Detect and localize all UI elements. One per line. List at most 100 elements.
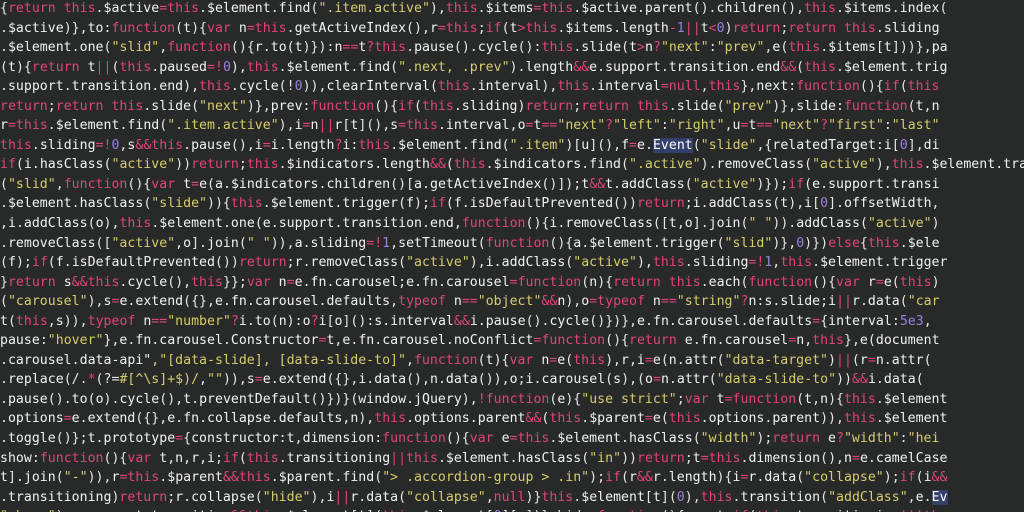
code-token: = bbox=[867, 352, 876, 368]
code-token: parent bbox=[644, 1, 693, 16]
code-token: typeof bbox=[398, 294, 446, 310]
code-token: removeClass bbox=[7, 235, 96, 251]
code-token: . bbox=[820, 40, 829, 56]
code-token: e bbox=[262, 372, 271, 388]
code-token: support bbox=[605, 59, 661, 75]
code-token: this bbox=[573, 352, 606, 368]
code-token: if bbox=[0, 157, 16, 173]
code-line[interactable]: ,i.addClass(o),this.$element.one(e.suppo… bbox=[0, 214, 1024, 234]
code-line[interactable]: .pause().to(o).cycle(),t.preventDefault(… bbox=[0, 390, 1024, 410]
code-token: )}, bbox=[246, 98, 271, 114]
code-token: removeClass bbox=[565, 216, 653, 232]
code-line[interactable]: ("slid",function(){var t=e(a.$indicators… bbox=[0, 175, 1024, 195]
code-token: interval bbox=[477, 79, 542, 95]
code-line[interactable]: .removeClass(["active",o].join(" ")),a.s… bbox=[0, 234, 1024, 254]
code-line[interactable]: .transitioning)return;r.collapse("hide")… bbox=[0, 488, 1024, 508]
code-line[interactable]: pause:"hover"},e.fn.carousel.Constructor… bbox=[0, 331, 1024, 351]
code-token: sliding bbox=[39, 137, 96, 153]
code-token: ( bbox=[238, 450, 247, 466]
code-token: . bbox=[222, 294, 231, 310]
code-token: this bbox=[541, 1, 574, 16]
code-token: [ bbox=[875, 40, 884, 56]
code-token: "in" bbox=[589, 450, 622, 466]
code-token: "slide" bbox=[700, 137, 757, 153]
code-token: , bbox=[724, 118, 733, 134]
code-token: return bbox=[636, 196, 685, 212]
code-line[interactable]: if(i.hasClass("active"))return;this.$ind… bbox=[0, 155, 1024, 175]
code-token: this bbox=[844, 20, 876, 36]
code-token: ); bbox=[883, 470, 900, 486]
code-line[interactable]: .toggle()};t.prototype={constructor:t,di… bbox=[0, 429, 1024, 449]
code-token: ()) bbox=[214, 255, 239, 271]
code-token: a bbox=[414, 176, 423, 192]
code-token: ; bbox=[286, 255, 295, 271]
code-line[interactable]: (f);if(f.isDefaultPrevented())return;r.r… bbox=[0, 253, 1024, 273]
code-line[interactable]: (t){return t||(this.paused=!0),this.$ele… bbox=[0, 58, 1024, 78]
code-token: " " bbox=[246, 235, 271, 251]
code-line[interactable]: r=this.$element.find(".item.active"),i=n… bbox=[0, 116, 1024, 136]
code-token: ), bbox=[103, 216, 120, 232]
code-token: ( bbox=[899, 79, 908, 95]
code-token: this bbox=[63, 1, 96, 16]
code-token: ); bbox=[414, 196, 430, 212]
code-token: ( bbox=[286, 40, 295, 56]
code-line[interactable]: show:function(){var t,n,r,i;if(this.tran… bbox=[0, 449, 1024, 469]
code-token: if bbox=[31, 255, 48, 271]
code-token: function bbox=[39, 450, 104, 466]
code-token: ), bbox=[788, 196, 805, 212]
code-token: t bbox=[0, 470, 8, 486]
code-token: : bbox=[788, 79, 797, 95]
code-token: . bbox=[899, 235, 908, 251]
code-token: this bbox=[111, 98, 144, 114]
code-line[interactable]: t(this,s)),typeof n=="number"?i.to(n):o?… bbox=[0, 312, 1024, 332]
code-line[interactable]: return;return this.slide("next")},prev:f… bbox=[0, 97, 1024, 117]
code-token: find bbox=[342, 470, 375, 486]
code-token: . bbox=[95, 431, 104, 447]
code-token: (){ bbox=[127, 176, 152, 192]
code-token: this bbox=[525, 20, 558, 36]
code-line[interactable]: {return this.$active=this.$element.find(… bbox=[0, 0, 1024, 19]
code-token: (). bbox=[453, 40, 478, 56]
code-token: { bbox=[820, 313, 829, 329]
code-line[interactable]: .$element.hasClass("slide")){this.$eleme… bbox=[0, 194, 1024, 214]
code-token: ()}; bbox=[55, 431, 88, 447]
code-token: ), bbox=[183, 79, 200, 95]
code-token: { bbox=[0, 1, 8, 16]
code-token: 0 bbox=[716, 20, 725, 36]
code-line[interactable]: .options=e.extend({},e.fn.collapse.defau… bbox=[0, 409, 1024, 429]
code-token: : bbox=[883, 118, 892, 134]
code-token: children bbox=[716, 1, 781, 16]
code-line[interactable]: t].join("-")),r=this.$parent&&this.$pare… bbox=[0, 468, 1024, 488]
code-token: addClass bbox=[501, 255, 566, 271]
code-line[interactable]: .support.transition.end),this.cycle(!0))… bbox=[0, 77, 1024, 97]
code-line[interactable]: .$active)},to:function(t){var n=this.get… bbox=[0, 19, 1024, 39]
code-line[interactable]: .replace(/.*(?=#[^\s]+$)/,"")),s=e.exten… bbox=[0, 370, 1024, 390]
code-token: $element bbox=[589, 235, 653, 251]
code-token: this bbox=[557, 79, 590, 95]
code-token: "active" bbox=[111, 235, 176, 251]
code-token: attr bbox=[891, 352, 924, 368]
code-token: function bbox=[382, 431, 446, 447]
code-line[interactable]: "shown"),e.support.transition&&this.$ele… bbox=[0, 507, 1024, 512]
code-line[interactable]: ("carousel"),s=e.extend({},e.fn.carousel… bbox=[0, 292, 1024, 312]
code-token: ( bbox=[899, 294, 908, 310]
code-token: di bbox=[923, 137, 940, 153]
code-token: "hover" bbox=[47, 333, 104, 349]
code-token: var bbox=[246, 274, 279, 290]
code-line[interactable]: .$element.one("slid",function(){r.to(t)}… bbox=[0, 38, 1024, 58]
code-token: carousel bbox=[254, 294, 319, 310]
code-token: e bbox=[684, 333, 693, 349]
code-token: window bbox=[358, 391, 407, 407]
code-line[interactable]: .carousel.data-api","[data-slide], [data… bbox=[0, 351, 1024, 371]
code-editor[interactable]: {return this.$active=this.$element.find(… bbox=[0, 0, 1024, 512]
code-token: o bbox=[517, 118, 526, 134]
code-line[interactable]: }return s&&this.cycle(),this}};var n=e.f… bbox=[0, 273, 1024, 293]
code-text-surface[interactable]: {return this.$active=this.$element.find(… bbox=[0, 0, 1024, 512]
code-token: slide bbox=[676, 98, 717, 114]
code-token: ). bbox=[700, 157, 717, 173]
code-line[interactable]: this.sliding=!0,s&&this.pause(),i=i.leng… bbox=[0, 136, 1024, 156]
code-token: ), bbox=[278, 118, 295, 134]
code-token: ( bbox=[820, 489, 829, 505]
code-token: "car bbox=[907, 294, 940, 310]
code-token: slide bbox=[151, 98, 192, 114]
